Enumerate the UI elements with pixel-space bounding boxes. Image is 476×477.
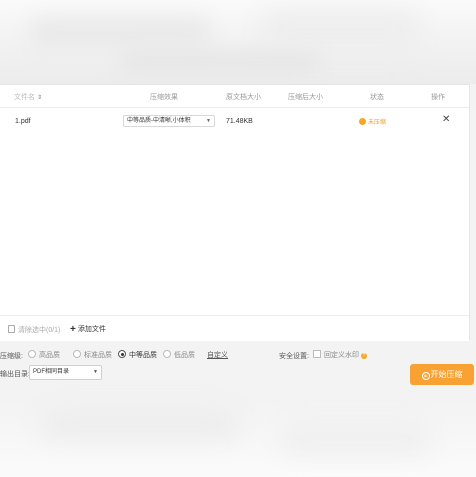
list-footer: 清除选中(0/1) + 添加文件 bbox=[0, 315, 469, 341]
option-label: 中等品质 bbox=[129, 352, 157, 359]
option-label: 标准品质 bbox=[84, 352, 112, 359]
status-badge: 未压缩 bbox=[359, 117, 386, 126]
output-dir-value: PDF相同目录 bbox=[33, 369, 70, 375]
option-medium-quality[interactable]: 中等品质 bbox=[118, 350, 157, 360]
radio-selected-icon bbox=[118, 350, 126, 358]
close-icon[interactable]: ✕ bbox=[442, 114, 450, 125]
column-header-action: 操作 bbox=[431, 94, 445, 101]
option-high-quality[interactable]: 高品质 bbox=[28, 350, 60, 360]
blur-blob bbox=[30, 18, 210, 48]
settings-bar: 压缩级: 高品质 标准品质 中等品质 低品质 自定义 安全设置: 回定义水印? … bbox=[0, 340, 476, 402]
clear-selected-button[interactable]: 清除选中(0/1) bbox=[8, 325, 60, 335]
level-select[interactable]: 中等品质-中清晰,小体积 ▼ bbox=[123, 115, 215, 127]
help-icon[interactable]: ? bbox=[361, 353, 367, 359]
file-name: 1.pdf bbox=[15, 118, 31, 125]
start-compress-button[interactable]: ◆ 开始压缩 bbox=[410, 364, 474, 385]
security-label: 安全设置: bbox=[279, 353, 309, 360]
radio-icon bbox=[28, 350, 36, 358]
column-header-orig-size: 原文档大小 bbox=[226, 94, 261, 101]
output-dir-select[interactable]: PDF相同目录 ▼ bbox=[29, 365, 102, 380]
watermark-label: 回定义水印 bbox=[324, 352, 359, 359]
option-label: 低品质 bbox=[174, 352, 195, 359]
file-list-panel: 文件名 ⇕ 压缩效果 原文档大小 压缩后大小 状态 操作 1.pdf 中等品质-中… bbox=[0, 84, 470, 341]
blur-blob bbox=[120, 52, 320, 72]
sort-icon[interactable]: ⇕ bbox=[37, 94, 42, 101]
column-header-level: 压缩效果 bbox=[150, 94, 178, 101]
radio-icon bbox=[73, 350, 81, 358]
custom-link[interactable]: 自定义 bbox=[207, 350, 228, 360]
column-header-filename-label: 文件名 bbox=[14, 94, 35, 101]
option-label: 高品质 bbox=[39, 352, 60, 359]
watermark-checkbox[interactable]: 回定义水印? bbox=[313, 350, 367, 360]
table-header: 文件名 ⇕ 压缩效果 原文档大小 压缩后大小 状态 操作 bbox=[0, 85, 469, 108]
column-header-comp-size: 压缩后大小 bbox=[288, 94, 323, 101]
clear-selected-label: 清除选中(0/1) bbox=[18, 327, 61, 334]
status-dot-icon bbox=[359, 118, 366, 125]
chevron-down-icon: ▼ bbox=[206, 118, 211, 124]
add-file-button[interactable]: + 添加文件 bbox=[70, 324, 106, 335]
option-low-quality[interactable]: 低品质 bbox=[163, 350, 195, 360]
original-size: 71.48KB bbox=[226, 118, 253, 125]
blurred-header-background bbox=[0, 0, 476, 84]
compress-icon: ◆ bbox=[421, 372, 430, 380]
chevron-down-icon: ▼ bbox=[93, 369, 98, 375]
trash-icon bbox=[8, 325, 15, 333]
plus-icon: + bbox=[70, 324, 76, 335]
output-dir-label: 输出目录: bbox=[0, 371, 30, 378]
start-compress-label: 开始压缩 bbox=[430, 370, 463, 379]
status-text: 未压缩 bbox=[368, 120, 387, 126]
checkbox-icon bbox=[313, 350, 321, 358]
column-header-filename[interactable]: 文件名 ⇕ bbox=[14, 92, 42, 102]
compress-level-label: 压缩级: bbox=[0, 353, 23, 360]
column-header-status: 状态 bbox=[370, 94, 384, 101]
table-row: 1.pdf 中等品质-中清晰,小体积 ▼ 71.48KB 未压缩 ✕ bbox=[0, 111, 469, 131]
blurred-footer-background bbox=[0, 400, 476, 477]
radio-icon bbox=[163, 350, 171, 358]
add-file-label: 添加文件 bbox=[77, 326, 106, 333]
blur-blob bbox=[260, 10, 420, 54]
option-standard-quality[interactable]: 标准品质 bbox=[73, 350, 112, 360]
blur-blob bbox=[280, 424, 430, 454]
blur-blob bbox=[40, 412, 240, 438]
level-select-value: 中等品质-中清晰,小体积 bbox=[127, 118, 191, 124]
